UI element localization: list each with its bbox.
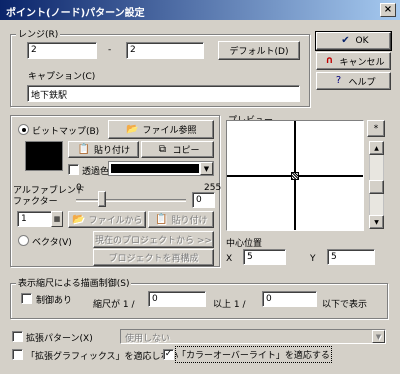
paste-disabled-label: 貼り付け	[171, 216, 208, 226]
scale-control-checkbox[interactable]	[21, 293, 32, 304]
cancel-label: キャンセル	[339, 57, 385, 68]
default-button[interactable]: デフォルト(D)	[218, 41, 300, 60]
center-x-label: X	[226, 254, 233, 264]
center-y-label: Y	[310, 254, 316, 264]
caption-label: キャプション(C)	[28, 72, 96, 82]
from-file-label: ファイルから	[88, 216, 143, 226]
transparent-color-label: 透過色	[82, 167, 110, 177]
ok-button[interactable]: ✔ OK	[315, 31, 392, 51]
reconfigure-project-button: プロジェクトを再構成	[93, 249, 214, 266]
check-icon: ✔	[341, 35, 350, 46]
preview-canvas	[226, 120, 364, 231]
from-file-button: 📂 ファイルから	[68, 211, 146, 228]
caption-input[interactable]: 地下鉄駅	[27, 85, 300, 102]
vector-radio-label: ベクタ(V)	[32, 238, 72, 248]
bitmap-radio[interactable]	[18, 124, 29, 135]
vector-radio[interactable]	[18, 235, 29, 246]
transparent-color-checkbox[interactable]	[68, 164, 79, 175]
transparent-color-swatch	[111, 164, 199, 173]
grid-icon[interactable]: ▦	[51, 211, 63, 227]
checkmark-icon: ✓	[164, 349, 173, 359]
scale-max-input[interactable]: 0	[262, 291, 317, 307]
copy-icon: ⧉	[158, 143, 167, 155]
alpha-slider-track	[76, 199, 186, 202]
no-extended-graphics-checkbox[interactable]	[12, 349, 23, 360]
from-current-project-button: 現在のプロジェクトから >>	[93, 231, 214, 248]
window-title: ポイント(ノード)パターン設定	[6, 8, 145, 19]
copy-button[interactable]: ⧉ コピー	[141, 141, 214, 158]
center-position-label: 中心位置	[226, 239, 263, 249]
bitmap-radio-dot	[21, 127, 26, 132]
help-icon: ?	[335, 75, 342, 86]
range-group-label: レンジ(R)	[16, 27, 61, 40]
extended-pattern-checkbox[interactable]	[12, 331, 23, 342]
range-separator: -	[108, 45, 112, 55]
paste-label: 貼り付け	[93, 146, 130, 156]
extended-pattern-select: 使用しない ▼	[120, 329, 386, 344]
extended-pattern-select-value: 使用しない	[125, 334, 171, 344]
center-x-input[interactable]: 5	[243, 249, 286, 265]
scroll-down-arrow[interactable]: ▼	[369, 215, 384, 229]
scale-mid-label: 以上 1 /	[213, 300, 246, 310]
paste-button[interactable]: 📋 貼り付け	[68, 141, 139, 158]
transparent-color-combo[interactable]: ▼	[108, 161, 214, 176]
chevron-down-icon: ▼	[372, 330, 385, 343]
alpha-value-input[interactable]: 0	[192, 192, 215, 208]
scale-min-input[interactable]: 0	[148, 291, 206, 307]
folder-icon: 📂	[72, 213, 85, 225]
scale-suffix-label: 以下で表示	[322, 300, 368, 310]
chevron-down-icon[interactable]: ▼	[200, 162, 213, 175]
scroll-thumb[interactable]	[369, 180, 384, 194]
scroll-up-arrow[interactable]: ▲	[369, 141, 384, 155]
cancel-icon: ∩	[325, 55, 334, 66]
apply-color-overlay-checkbox[interactable]: ✓	[163, 349, 174, 360]
copy-label: コピー	[172, 146, 200, 156]
folder-icon: 📂	[126, 123, 139, 135]
range-from-input[interactable]: 2	[27, 42, 97, 59]
cancel-button[interactable]: ∩ キャンセル	[316, 52, 391, 70]
help-button[interactable]: ? ヘルプ	[316, 72, 391, 90]
bitmap-radio-label: ビットマップ(B)	[32, 127, 100, 137]
ok-label: OK	[355, 36, 369, 46]
center-marker	[291, 172, 299, 180]
paste-icon: 📋	[155, 213, 168, 225]
range-to-input[interactable]: 2	[126, 42, 204, 59]
help-label: ヘルプ	[348, 77, 376, 88]
paste-disabled-button: 📋 貼り付け	[148, 211, 214, 228]
scale-control-checkbox-label: 制御あり	[36, 296, 73, 306]
preview-scrollbar[interactable]: ▲ ▼	[369, 141, 384, 229]
no-extended-graphics-label: 「拡張グラフィックス」を適応しない	[26, 352, 179, 362]
star-button[interactable]: *	[367, 120, 385, 137]
paste-icon: 📋	[77, 143, 91, 155]
extended-pattern-label: 拡張パターン(X)	[26, 334, 93, 344]
center-y-input[interactable]: 5	[327, 249, 375, 265]
alpha-slider-thumb[interactable]	[98, 191, 106, 207]
close-button[interactable]: ×	[380, 3, 396, 17]
alpha-min-label: 0	[76, 183, 82, 193]
scale-control-group-label: 表示縮尺による描画制御(S)	[16, 276, 132, 289]
bitmap-swatch	[25, 141, 63, 171]
file-browse-button[interactable]: 📂 ファイル参照	[108, 120, 214, 139]
apply-color-overlay-label: 「カラーオーバーライト」を適応する	[175, 346, 332, 363]
file-browse-label: ファイル参照	[142, 126, 197, 136]
scale-prefix-label: 縮尺が 1 /	[93, 300, 135, 310]
alpha-factor-label: ファクター	[13, 197, 58, 207]
